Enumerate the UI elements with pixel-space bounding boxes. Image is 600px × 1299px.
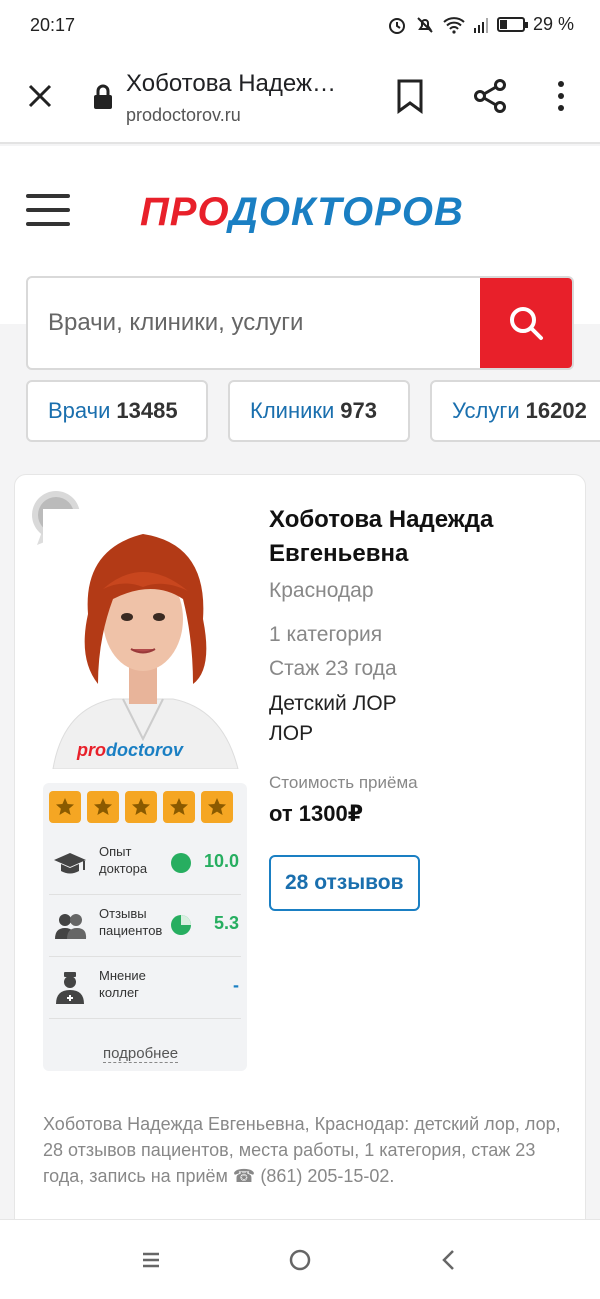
star-rating — [49, 791, 233, 823]
doctor-portrait-image — [43, 509, 243, 769]
status-time: 20:17 — [30, 15, 76, 35]
back-icon[interactable] — [434, 1246, 464, 1274]
ratings-panel: Опыт доктора 10.0 Отзывы пациентов 5.3 Мне… — [43, 783, 247, 1071]
status-bar: 20:17 29 % — [0, 0, 600, 52]
search-input[interactable] — [28, 278, 482, 368]
search-button[interactable] — [480, 278, 572, 368]
close-icon[interactable] — [24, 80, 56, 112]
specialty-item[interactable]: Детский ЛОР — [269, 689, 569, 719]
rating-value: 10.0 — [203, 851, 239, 871]
star-icon — [201, 791, 233, 823]
battery-icon — [496, 17, 528, 32]
star-icon — [125, 791, 157, 823]
doctor-photo[interactable] — [43, 509, 243, 769]
bookmark-icon[interactable] — [394, 78, 426, 114]
doctor-city: Краснодар — [269, 579, 374, 602]
system-nav-bar — [0, 1219, 600, 1299]
chip-doctors[interactable]: Врачи 13485 — [26, 380, 208, 442]
signal-icon — [473, 17, 488, 33]
doctor-card: ★ prodoctorov Опытдоктора 1 — [14, 474, 586, 1234]
menu-icon[interactable] — [26, 194, 70, 226]
browser-toolbar: Хоботова Надеж… prodoctorov.ru — [0, 52, 600, 144]
star-icon — [163, 791, 195, 823]
alarm-icon — [388, 17, 405, 34]
doctor-specialties: Детский ЛОР ЛОР — [269, 689, 569, 749]
doctor-info: Хоботова Надежда Евгеньевна Краснодар 1 … — [269, 503, 569, 911]
lock-icon — [94, 84, 112, 109]
pie-progress-icon — [171, 915, 191, 935]
status-dot-icon — [171, 853, 191, 873]
reviews-button[interactable]: 28 отзывов — [269, 855, 420, 911]
star-icon — [49, 791, 81, 823]
search-box — [26, 276, 574, 370]
doctor-description: Хоботова Надежда Евгеньевна, Краснодар: … — [43, 1114, 561, 1186]
specialty-item[interactable]: ЛОР — [269, 719, 569, 749]
rating-value: 5.3 — [213, 913, 239, 933]
search-icon — [510, 307, 543, 340]
page-title[interactable]: Хоботова Надеж… — [126, 70, 336, 98]
rating-colleagues: Мнение коллег - — [49, 957, 241, 1019]
doctor-category: 1 категория — [269, 623, 383, 646]
share-icon[interactable] — [472, 78, 508, 114]
photo-watermark: prodoctorov — [77, 740, 184, 760]
site-logo[interactable]: ПРОДОКТОРОВ — [140, 190, 464, 235]
rating-reviews: Отзывы пациентов 5.3 — [49, 895, 241, 957]
rating-label: Мнение — [99, 968, 146, 983]
doctor-icon — [56, 972, 84, 1004]
rating-value: - — [233, 975, 239, 995]
rating-label: Опыт — [99, 844, 132, 859]
chip-clinics[interactable]: Клиники 973 — [228, 380, 410, 442]
price-label: Стоимость приёма — [269, 773, 418, 792]
doctor-name[interactable]: Хоботова Надежда Евгеньевна — [269, 503, 569, 571]
more-options-icon[interactable] — [548, 78, 574, 114]
wifi-icon — [443, 16, 465, 34]
rating-experience: Опыт доктора 10.0 — [49, 833, 241, 895]
status-icons: 29 % — [387, 14, 574, 35]
more-details-link[interactable]: подробнее — [103, 1045, 179, 1063]
star-icon — [87, 791, 119, 823]
chip-services[interactable]: Услуги 16202 — [430, 380, 600, 442]
graduation-cap-icon — [54, 853, 86, 874]
recent-apps-icon[interactable] — [136, 1246, 166, 1274]
people-icon — [55, 914, 87, 939]
doctor-experience: Стаж 23 года — [269, 657, 397, 680]
home-icon[interactable] — [285, 1246, 315, 1274]
page-domain[interactable]: prodoctorov.ru — [126, 105, 241, 126]
rating-label: Отзывы — [99, 906, 147, 921]
category-chips: Врачи 13485 Клиники 973 Услуги 16202 — [26, 380, 600, 442]
battery-percent: 29 % — [532, 14, 574, 34]
price-value: от 1300₽ — [269, 801, 364, 826]
mute-icon — [417, 16, 433, 33]
